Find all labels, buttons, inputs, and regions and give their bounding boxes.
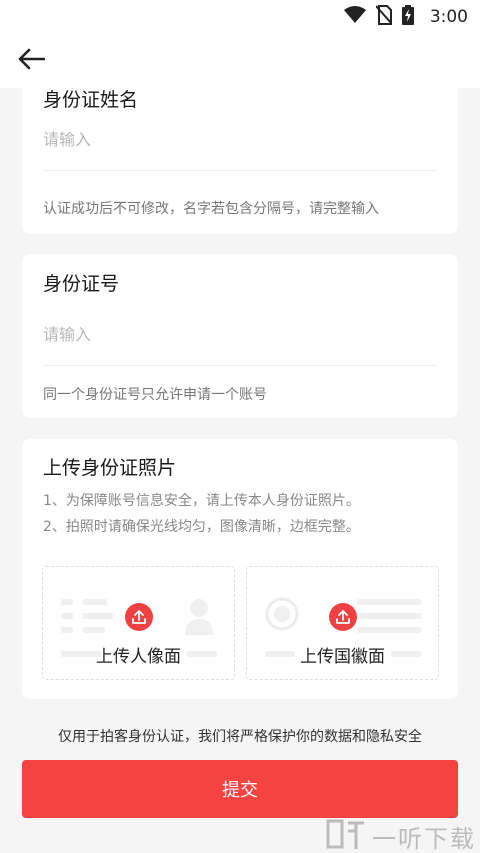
photo-upload-card: 上传身份证照片 1、为保障账号信息安全，请上传本人身份证照片。 2、拍照时请确保… [22,439,458,699]
id-number-input[interactable]: 请输入 [43,320,437,366]
wifi-icon [343,6,366,28]
photo-title: 上传身份证照片 [43,457,177,479]
photo-note: 2、拍照时请确保光线均匀，图像清晰，边框完整。 [43,519,360,535]
upload-icon [125,603,153,631]
privacy-notice: 仅用于拍客身份认证，我们将严格保护你的数据和隐私安全 [58,729,422,745]
placeholder-line [357,627,421,633]
upload-front-button[interactable]: 上传人像面 [42,566,235,680]
photo-note: 1、为保障账号信息安全，请上传本人身份证照片。 [43,493,360,509]
no-sim-icon [375,5,393,29]
status-time: 3:00 [429,7,468,27]
placeholder-line [83,627,105,633]
id-number-hint: 同一个身份证号只允许申请一个账号 [43,387,267,403]
national-emblem-icon [265,597,299,635]
battery-charging-icon [401,5,414,29]
status-bar: 3:00 [0,0,480,34]
name-card: 身份证姓名 请输入 认证成功后不可修改，名字若包含分隔号，请完整输入 [22,88,458,234]
back-button[interactable] [14,44,48,78]
upload-icon [329,603,357,631]
id-number-card: 身份证号 请输入 同一个身份证号只允许申请一个账号 [22,254,458,418]
placeholder-line [357,599,421,605]
portrait-silhouette-icon [183,597,215,639]
placeholder-line [61,613,73,619]
upload-back-button[interactable]: 上传国徽面 [246,566,439,680]
placeholder-line [61,627,73,633]
name-title: 身份证姓名 [43,89,139,111]
watermark-logo-icon [326,817,366,853]
placeholder-line [61,599,73,605]
watermark: 一听下载 [326,819,476,853]
submit-button[interactable]: 提交 [22,760,458,818]
photo-notes: 1、为保障账号信息安全，请上传本人身份证照片。 2、拍照时请确保光线均匀，图像清… [43,488,360,540]
placeholder-line [83,613,113,619]
watermark-text: 一听下载 [372,824,476,853]
name-input[interactable]: 请输入 [43,125,437,171]
name-hint: 认证成功后不可修改，名字若包含分隔号，请完整输入 [43,201,379,217]
placeholder-line [357,613,421,619]
top-bar [0,34,480,88]
id-number-title: 身份证号 [43,273,120,295]
upload-front-label: 上传人像面 [96,647,181,667]
upload-back-label: 上传国徽面 [300,647,385,667]
arrow-left-icon [17,48,46,74]
placeholder-line [83,599,107,605]
